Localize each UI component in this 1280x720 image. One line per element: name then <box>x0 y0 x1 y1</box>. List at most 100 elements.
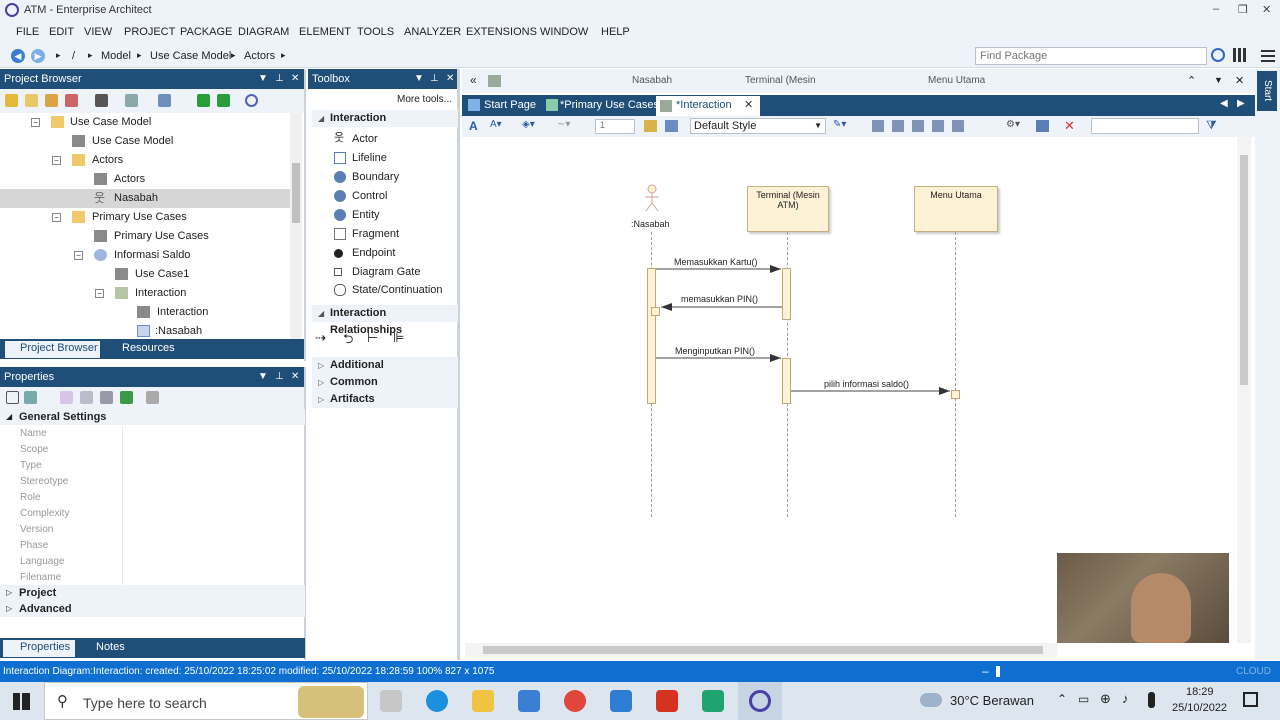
notifications-icon[interactable] <box>1243 692 1258 707</box>
tree-item-use-case-model-package[interactable]: − Use Case Model <box>0 113 290 132</box>
tree-expander[interactable]: − <box>95 289 104 298</box>
message-memasukkan-kartu[interactable]: Memasukkan Kartu() <box>674 257 758 267</box>
up-arrow-icon[interactable] <box>120 391 133 404</box>
toolbox-section-interaction[interactable]: ◢ Interaction <box>312 110 458 127</box>
filter-icon[interactable]: ⧩ <box>1206 118 1217 133</box>
tree-item-actors-diagram[interactable]: Actors <box>0 170 290 189</box>
microphone-icon[interactable] <box>1148 692 1155 708</box>
enterprise-architect-taskbar-button[interactable] <box>738 682 782 720</box>
close-tab-icon[interactable]: ✕ <box>744 98 753 111</box>
style-options-icon[interactable]: ✎▾ <box>833 119 846 130</box>
clock-time[interactable]: 18:29 <box>1186 686 1214 698</box>
tree-expander[interactable]: − <box>52 213 61 222</box>
tab-notes[interactable]: Notes <box>96 641 125 653</box>
close-panel-icon[interactable]: ✕ <box>446 69 454 89</box>
menu-edit[interactable]: EDIT <box>49 26 74 38</box>
panel-dropdown-icon[interactable]: ▼ <box>414 69 424 89</box>
panel-dropdown-icon[interactable]: ▼ <box>258 69 268 89</box>
maximize-button[interactable]: ❐ <box>1238 3 1248 16</box>
zoom-out-icon[interactable]: – <box>982 661 989 682</box>
new-model-icon[interactable] <box>5 94 18 107</box>
toolbox-diagram-gate[interactable]: Diagram Gate <box>334 263 420 281</box>
menu-extensions[interactable]: EXTENSIONS <box>466 26 537 38</box>
chrome-icon[interactable] <box>564 690 586 712</box>
fill-color-icon[interactable]: ◈▾ <box>522 119 535 130</box>
tab-properties[interactable]: Properties <box>3 640 75 657</box>
toolbox-control[interactable]: Control <box>334 187 387 205</box>
filter-icon[interactable] <box>80 391 93 404</box>
forward-icon[interactable]: ▶ <box>31 49 45 63</box>
recursion-icon[interactable]: ⊫ <box>393 330 404 346</box>
grid-icon[interactable] <box>1233 48 1247 62</box>
pin-icon[interactable]: ⊥ <box>430 69 439 89</box>
delete-icon[interactable]: ✕ <box>1064 118 1075 134</box>
new-diagram-icon[interactable] <box>65 94 78 107</box>
toolbox-endpoint[interactable]: Endpoint <box>334 244 395 262</box>
message-menginputkan-pin[interactable]: Menginputkan PIN() <box>675 346 755 356</box>
format-painter-icon[interactable] <box>644 120 657 132</box>
menu-help[interactable]: HELP <box>601 26 630 38</box>
general-settings-section[interactable]: ◢ General Settings <box>0 409 305 425</box>
advanced-group[interactable]: ▷ Advanced <box>0 601 305 617</box>
taskbar-search[interactable]: ⚲ Type here to search <box>44 682 368 720</box>
tree-scrollbar[interactable] <box>290 113 302 339</box>
file-explorer-icon[interactable] <box>472 690 494 712</box>
property-row[interactable]: Phase <box>0 538 305 554</box>
call-icon[interactable]: ⊢ <box>367 330 378 346</box>
tab-start-page[interactable]: Start Page <box>484 99 536 111</box>
tree-scrollbar-thumb[interactable] <box>292 163 300 223</box>
minimize-button[interactable]: – <box>1213 3 1219 15</box>
toolbox-section-common[interactable]: ▷ Common <box>312 374 458 391</box>
message-arrow-icon[interactable]: ⇢ <box>315 330 326 346</box>
toolbox-actor[interactable]: 웃 Actor <box>334 130 378 148</box>
diagram-hscrollbar[interactable] <box>465 643 1057 657</box>
close-diagram-icon[interactable]: ✕ <box>1235 74 1244 87</box>
diagram-canvas[interactable]: :Nasabah Terminal (Mesin ATM) Menu Utama… <box>465 137 1237 643</box>
tab-resources[interactable]: Resources <box>122 342 175 354</box>
package-control-icon[interactable] <box>158 94 171 107</box>
mail-icon[interactable] <box>610 690 632 712</box>
tree-item-nasabah-lifeline[interactable]: :Nasabah <box>0 322 290 339</box>
property-row[interactable]: Version <box>0 522 305 538</box>
tree-item-use-case1[interactable]: Use Case1 <box>0 265 290 284</box>
property-row[interactable]: Complexity <box>0 506 305 522</box>
close-window-button[interactable]: ✕ <box>1262 3 1271 16</box>
tree-expander[interactable]: − <box>31 118 40 127</box>
menu-package[interactable]: PACKAGE <box>180 26 232 38</box>
close-panel-icon[interactable]: ✕ <box>291 69 299 89</box>
wps-icon[interactable] <box>656 690 678 712</box>
vscroll-thumb[interactable] <box>1240 155 1248 385</box>
zoom-slider[interactable] <box>996 666 1000 677</box>
tree-item-interaction[interactable]: − Interaction <box>0 284 290 303</box>
more-icon[interactable] <box>146 391 159 404</box>
diagram-filter-input[interactable] <box>1091 118 1199 134</box>
task-view-icon[interactable] <box>380 690 402 712</box>
weather-text[interactable]: 30°C Berawan <box>950 693 1034 708</box>
collapse-left-icon[interactable]: « <box>470 73 477 87</box>
panel-dropdown-icon[interactable]: ▼ <box>258 367 268 387</box>
dropdown-icon[interactable]: ▼ <box>1214 75 1223 85</box>
property-row[interactable]: Name <box>0 426 305 442</box>
find-package-input[interactable] <box>975 47 1207 65</box>
hscroll-thumb[interactable] <box>483 646 1043 654</box>
property-row[interactable]: Scope <box>0 442 305 458</box>
message-memasukkan-pin[interactable]: memasukkan PIN() <box>681 294 758 304</box>
breadcrumb-model[interactable]: Model <box>101 50 131 62</box>
property-row[interactable]: Type <box>0 458 305 474</box>
menu-window[interactable]: WINDOW <box>540 26 588 38</box>
toolbox-section-additional[interactable]: ▷ Additional <box>312 357 458 374</box>
layout-icon[interactable]: ⚙▾ <box>1006 119 1020 130</box>
breadcrumb-actors[interactable]: Actors <box>244 50 275 62</box>
line-color-icon[interactable]: ∼▾ <box>557 119 570 130</box>
settings-icon[interactable] <box>100 391 113 404</box>
toolbox-state-continuation[interactable]: State/Continuation <box>334 281 443 299</box>
tab-project-browser[interactable]: Project Browser <box>5 341 100 358</box>
hamburger-menu-icon[interactable] <box>1261 50 1275 62</box>
tab-interaction-active[interactable]: *Interaction ✕ <box>656 96 760 116</box>
brush-icon[interactable] <box>665 120 678 132</box>
new-package-icon[interactable] <box>25 94 38 107</box>
style-select[interactable]: Default Style ▼ <box>690 118 826 134</box>
align-icons[interactable] <box>872 120 968 132</box>
toolbox-fragment[interactable]: Fragment <box>334 225 399 243</box>
breadcrumb-use-case-model[interactable]: Use Case Model <box>150 50 231 62</box>
